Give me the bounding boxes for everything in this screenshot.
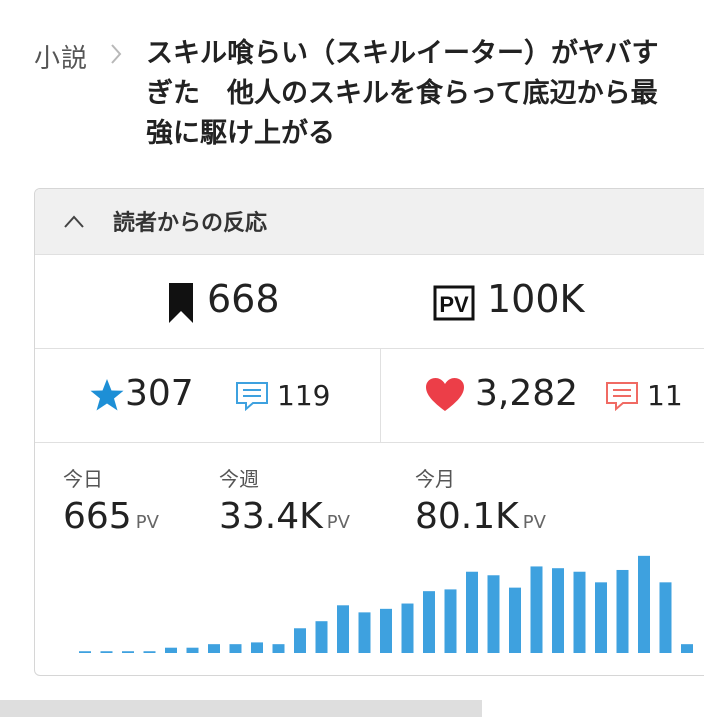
breadcrumb-parent-link[interactable]: 小説 — [34, 38, 88, 75]
stat-month-value: 80.1K — [415, 496, 519, 537]
stat-month: 今月 80.1K PV — [415, 463, 546, 537]
chart-bar — [466, 571, 478, 653]
stat-week: 今週 33.4K PV — [219, 463, 350, 537]
chart-bar — [530, 566, 543, 653]
star-icon — [90, 379, 124, 411]
chart-bar — [509, 587, 521, 653]
chevron-up-icon[interactable] — [63, 212, 85, 232]
chart-bar — [444, 589, 457, 653]
stat-week-unit: PV — [326, 512, 350, 533]
chart-bar — [79, 651, 91, 653]
pv-total-count: 100K — [487, 277, 585, 321]
ratings-row: 307 119 3,282 11 — [35, 349, 704, 443]
star-count: 307 — [125, 373, 194, 414]
reader-reactions-panel: 読者からの反応 668 PV 100K 307 119 3,282 11 今日 … — [34, 188, 704, 676]
stat-today-label: 今日 — [63, 467, 103, 491]
stat-month-label: 今月 — [415, 467, 455, 491]
svg-text:PV: PV — [439, 292, 469, 317]
row-divider — [380, 349, 381, 443]
scroll-indicator-bar — [0, 700, 482, 717]
chart-bar — [122, 651, 134, 653]
chart-bar — [294, 628, 306, 653]
chart-bar — [251, 642, 263, 653]
totals-row: 668 PV 100K — [35, 255, 704, 349]
chart-bar — [337, 605, 349, 653]
panel-header-title: 読者からの反応 — [113, 211, 268, 236]
chart-bar — [358, 612, 371, 653]
chart-bar — [638, 555, 650, 653]
stat-month-unit: PV — [522, 512, 546, 533]
chart-bar — [186, 647, 199, 653]
like-count: 3,282 — [475, 373, 579, 414]
chart-bar — [229, 644, 242, 653]
chevron-right-icon — [111, 44, 122, 64]
chart-bar — [616, 569, 629, 653]
chart-bar — [165, 647, 177, 653]
chart-bar — [681, 644, 693, 653]
page-title: スキル喰らい（スキルイーター）がヤバすぎた 他人のスキルを食らって底辺から最強に… — [146, 38, 659, 149]
chart-bar — [380, 608, 392, 653]
chart-bar — [315, 621, 328, 653]
chart-bar — [143, 651, 156, 653]
chart-bar — [487, 575, 500, 653]
pv-stats: 今日 665 PV 今週 33.4K PV 今月 80.1K PV — [35, 443, 704, 675]
pv-bar-chart — [79, 555, 693, 653]
chart-bar — [272, 644, 285, 653]
chart-bar — [208, 644, 220, 653]
review-count[interactable]: 119 — [277, 379, 330, 412]
impression-icon[interactable] — [605, 381, 639, 411]
chart-bar — [595, 582, 607, 653]
stat-today-value: 665 — [63, 496, 132, 537]
impression-count[interactable]: 11 — [647, 379, 683, 412]
stat-week-label: 今週 — [219, 467, 259, 491]
chart-bar — [401, 603, 414, 653]
heart-icon — [426, 378, 464, 411]
stat-today: 今日 665 PV — [63, 463, 159, 537]
chart-bar — [100, 651, 113, 653]
stat-week-value: 33.4K — [219, 496, 323, 537]
chart-bar — [423, 591, 435, 653]
chart-bar — [573, 571, 586, 653]
bookmark-icon — [169, 283, 193, 323]
review-icon[interactable] — [235, 381, 269, 411]
breadcrumb: 小説 スキル喰らい（スキルイーター）がヤバすぎた 他人のスキルを食らって底辺から… — [34, 34, 674, 164]
bookmark-count: 668 — [207, 277, 280, 321]
chart-bar — [659, 582, 672, 653]
chart-bar — [552, 568, 564, 653]
stat-today-unit: PV — [135, 512, 159, 533]
pv-icon: PV — [433, 285, 475, 321]
panel-header[interactable]: 読者からの反応 — [35, 189, 704, 255]
